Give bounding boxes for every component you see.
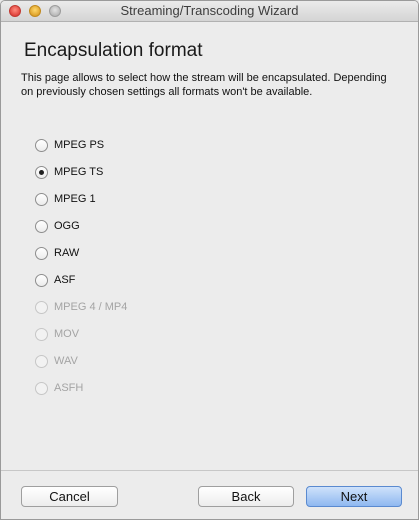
radio-button-selected[interactable] (35, 166, 48, 179)
format-option-raw[interactable]: RAW (35, 247, 185, 263)
format-option-mov: MOV (35, 328, 185, 344)
format-label: RAW (54, 247, 80, 259)
button-bar-divider (1, 470, 418, 471)
radio-button-disabled (35, 328, 48, 341)
title-bar: Streaming/Transcoding Wizard (1, 1, 418, 22)
window-title: Streaming/Transcoding Wizard (120, 3, 299, 18)
format-option-asfh: ASFH (35, 382, 185, 398)
format-label: ASFH (54, 382, 84, 394)
radio-button-disabled (35, 382, 48, 395)
wizard-window: Streaming/Transcoding Wizard Encapsulati… (0, 0, 419, 520)
format-label: MPEG 4 / MP4 (54, 301, 128, 313)
cancel-button[interactable]: Cancel (21, 486, 118, 507)
page-heading: Encapsulation format (24, 40, 203, 61)
format-option-mpeg-1[interactable]: MPEG 1 (35, 193, 185, 209)
radio-button-disabled (35, 355, 48, 368)
radio-button[interactable] (35, 220, 48, 233)
back-button[interactable]: Back (198, 486, 294, 507)
format-option-asf[interactable]: ASF (35, 274, 185, 290)
format-option-mpeg-ps[interactable]: MPEG PS (35, 139, 185, 155)
format-label: ASF (54, 274, 76, 286)
next-button[interactable]: Next (306, 486, 402, 507)
format-label: MPEG 1 (54, 193, 96, 205)
format-label: MPEG PS (54, 139, 105, 151)
format-option-ogg[interactable]: OGG (35, 220, 185, 236)
format-label: OGG (54, 220, 80, 232)
format-label: WAV (54, 355, 78, 367)
format-option-wav: WAV (35, 355, 185, 371)
page-description: This page allows to select how the strea… (21, 72, 387, 98)
radio-button-disabled (35, 301, 48, 314)
format-label: MPEG TS (54, 166, 104, 178)
format-option-mpeg-ts[interactable]: MPEG TS (35, 166, 185, 182)
format-label: MOV (54, 328, 80, 340)
radio-button[interactable] (35, 139, 48, 152)
radio-button[interactable] (35, 274, 48, 287)
format-option-mpeg4-mp4: MPEG 4 / MP4 (35, 301, 185, 317)
radio-button[interactable] (35, 193, 48, 206)
radio-button[interactable] (35, 247, 48, 260)
